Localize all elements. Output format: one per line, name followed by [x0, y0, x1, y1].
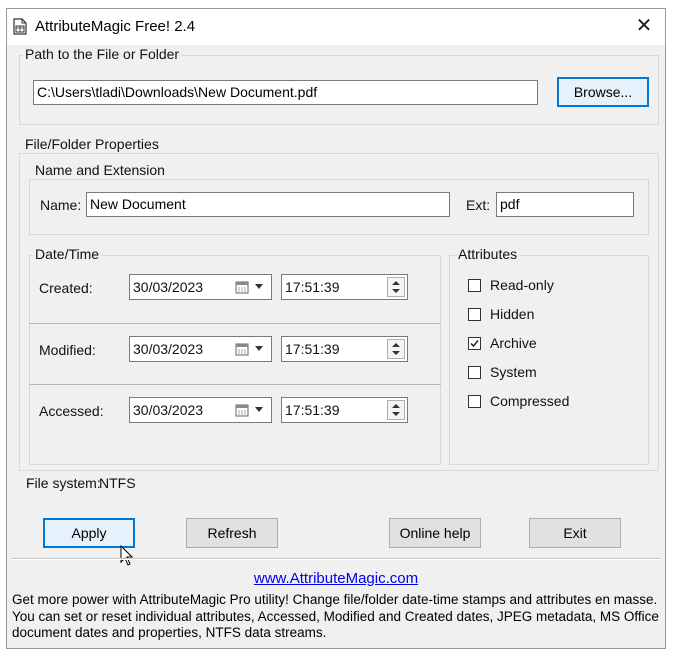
calendar-icon[interactable] [235, 403, 249, 417]
app-icon [13, 18, 27, 35]
website-link[interactable]: www.AttributeMagic.com [7, 570, 665, 587]
chevron-down-icon[interactable] [253, 281, 265, 291]
archive-label: Archive [490, 335, 537, 351]
datetime-separator [29, 323, 441, 324]
promo-text: Get more power with AttributeMagic Pro u… [12, 592, 664, 642]
footer-divider-highlight [11, 559, 661, 560]
spin-down-icon[interactable] [388, 349, 404, 358]
accessed-time-stepper[interactable]: 17:51:39 [281, 397, 408, 423]
created-date-value: 30/03/2023 [133, 279, 204, 295]
hidden-checkbox[interactable] [468, 308, 481, 321]
refresh-button[interactable]: Refresh [186, 518, 278, 548]
modified-date-value: 30/03/2023 [133, 341, 204, 357]
attributes-group-label: Attributes [456, 246, 520, 262]
promo-line: document dates and properties, NTFS data… [12, 625, 327, 640]
apply-button-label: Apply [71, 525, 107, 541]
accessed-date-picker[interactable]: 30/03/2023 [129, 397, 272, 423]
promo-line: You can set or reset individual attribut… [12, 608, 659, 624]
accessed-date-value: 30/03/2023 [133, 402, 204, 418]
browse-button[interactable]: Browse... [557, 77, 649, 107]
file-system-label: File system: [26, 475, 101, 491]
read-only-checkbox[interactable] [468, 279, 481, 292]
attributes-list: Read-only Hidden Archive System Compress… [468, 277, 638, 428]
accessed-label: Accessed: [39, 403, 104, 419]
spin-down-icon[interactable] [388, 287, 404, 296]
time-spinner[interactable] [387, 400, 405, 420]
hidden-label: Hidden [490, 306, 535, 322]
read-only-label: Read-only [490, 277, 554, 293]
compressed-label: Compressed [490, 393, 570, 409]
created-time-value: 17:51:39 [285, 279, 340, 295]
app-window: AttributeMagic Free! 2.4 ✕ Path to the F… [6, 8, 666, 649]
window-title: AttributeMagic Free! 2.4 [35, 18, 196, 35]
online-help-button-label: Online help [399, 525, 471, 541]
datetime-group-label: Date/Time [33, 246, 102, 262]
spin-up-icon[interactable] [388, 340, 404, 349]
title-bar: AttributeMagic Free! 2.4 ✕ [7, 9, 665, 45]
name-ext-group-label: Name and Extension [33, 162, 167, 178]
checkmark-icon [470, 340, 479, 348]
ext-label: Ext: [466, 197, 491, 213]
created-date-picker[interactable]: 30/03/2023 [129, 274, 272, 300]
datetime-separator [29, 384, 441, 385]
close-button[interactable]: ✕ [627, 11, 661, 41]
time-spinner[interactable] [387, 277, 405, 297]
spin-up-icon[interactable] [388, 278, 404, 287]
path-input[interactable]: C:\Users\tladi\Downloads\New Document.pd… [33, 80, 538, 105]
exit-button[interactable]: Exit [529, 518, 621, 548]
chevron-down-icon[interactable] [253, 404, 265, 414]
created-label: Created: [39, 280, 93, 296]
time-spinner[interactable] [387, 339, 405, 359]
close-icon: ✕ [635, 15, 653, 37]
spin-up-icon[interactable] [388, 401, 404, 410]
compressed-checkbox[interactable] [468, 395, 481, 408]
accessed-time-value: 17:51:39 [285, 402, 340, 418]
modified-time-value: 17:51:39 [285, 341, 340, 357]
promo-line: Get more power with AttributeMagic Pro u… [12, 592, 658, 607]
system-checkbox[interactable] [468, 366, 481, 379]
properties-group-label: File/Folder Properties [23, 136, 161, 152]
name-input[interactable]: New Document [86, 192, 450, 217]
ext-input[interactable]: pdf [496, 192, 634, 217]
archive-checkbox[interactable] [468, 337, 481, 350]
modified-time-stepper[interactable]: 17:51:39 [281, 336, 408, 362]
system-label: System [490, 364, 537, 380]
chevron-down-icon[interactable] [253, 343, 265, 353]
apply-button[interactable]: Apply [43, 518, 135, 548]
spin-down-icon[interactable] [388, 410, 404, 419]
exit-button-label: Exit [563, 525, 587, 541]
path-group-label: Path to the File or Folder [23, 46, 182, 62]
created-time-stepper[interactable]: 17:51:39 [281, 274, 408, 300]
refresh-button-label: Refresh [207, 525, 257, 541]
browse-button-label: Browse... [573, 84, 633, 100]
calendar-icon[interactable] [235, 280, 249, 294]
modified-label: Modified: [39, 342, 96, 358]
mouse-cursor-icon [120, 545, 134, 566]
calendar-icon[interactable] [235, 342, 249, 356]
modified-date-picker[interactable]: 30/03/2023 [129, 336, 272, 362]
file-system-value: NTFS [99, 475, 136, 491]
name-label: Name: [40, 197, 82, 213]
online-help-button[interactable]: Online help [389, 518, 481, 548]
